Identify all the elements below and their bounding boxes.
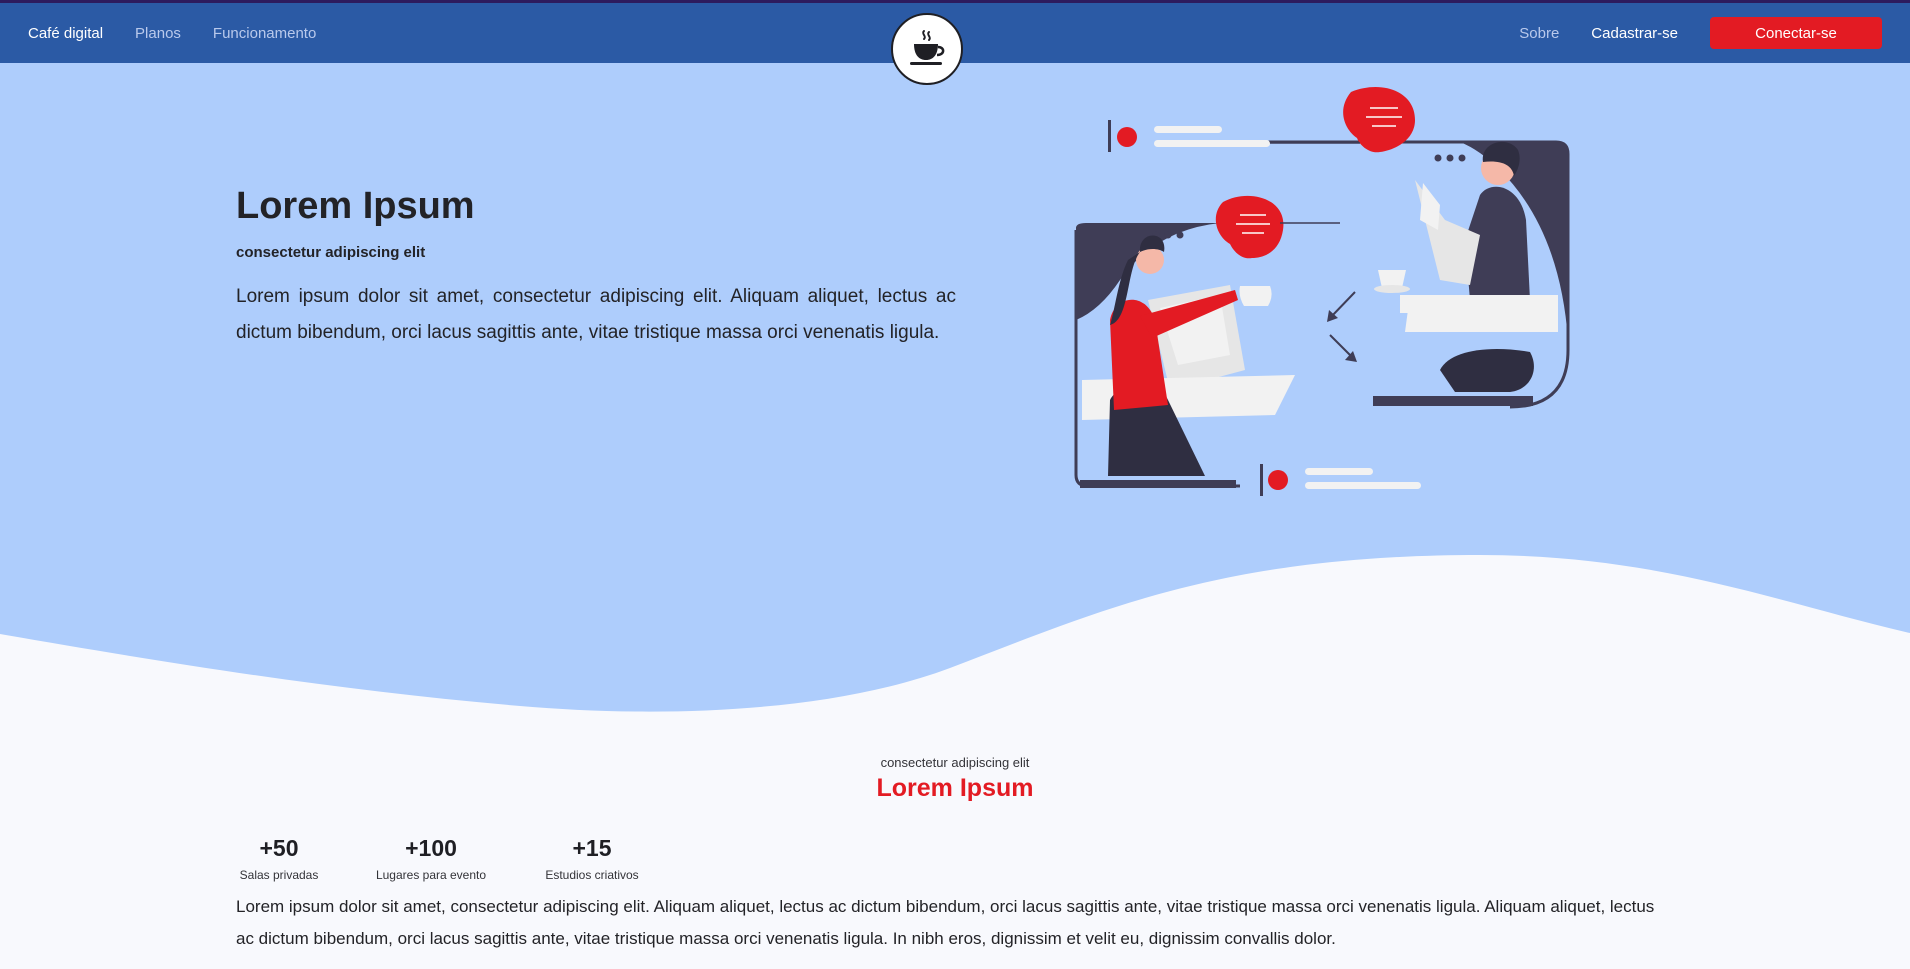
stat-value: +50 (259, 835, 299, 861)
section-subtitle: consectetur adipiscing elit (880, 755, 1030, 770)
stat-value: +15 (572, 835, 612, 861)
section-paragraph: Lorem ipsum dolor sit amet, consectetur … (236, 897, 1655, 948)
stat-creative-studios: +15 Estudios criativos (540, 835, 644, 882)
brand-link[interactable]: Café digital (28, 25, 103, 42)
stats-row: +50 Salas privadas +100 Lugares para eve… (236, 835, 644, 882)
stat-label: Estudios criativos (545, 868, 639, 882)
hero-subtitle: consectetur adipiscing elit (236, 244, 426, 261)
hero-background (0, 63, 1910, 712)
coffee-cup-icon (910, 30, 945, 65)
stat-event-places: +100 Lugares para evento (370, 835, 492, 882)
hero-paragraph: Lorem ipsum dolor sit amet, consectetur … (236, 286, 956, 343)
info-section: consectetur adipiscing elit Lorem Ipsum … (0, 755, 1910, 948)
nav-left-group: Café digital Planos Funcionamento (28, 3, 316, 63)
nav-link-planos[interactable]: Planos (135, 25, 181, 42)
logo[interactable] (891, 13, 963, 85)
hero-title: Lorem Ipsum (236, 185, 475, 227)
video-call-illustration (1074, 87, 1570, 496)
section-title: Lorem Ipsum (876, 774, 1034, 802)
hero-text-block: Lorem Ipsum consectetur adipiscing elit … (236, 185, 956, 351)
stat-label: Salas privadas (239, 868, 319, 882)
signup-link[interactable]: Cadastrar-se (1591, 25, 1678, 42)
nav-link-funcionamento[interactable]: Funcionamento (213, 25, 316, 42)
stat-private-rooms: +50 Salas privadas (236, 835, 322, 882)
nav-right-group: Sobre Cadastrar-se Conectar-se (1519, 3, 1882, 63)
connect-button[interactable]: Conectar-se (1710, 17, 1882, 49)
nav-link-sobre[interactable]: Sobre (1519, 25, 1559, 42)
stat-label: Lugares para evento (375, 868, 487, 882)
stat-value: +100 (405, 835, 457, 861)
